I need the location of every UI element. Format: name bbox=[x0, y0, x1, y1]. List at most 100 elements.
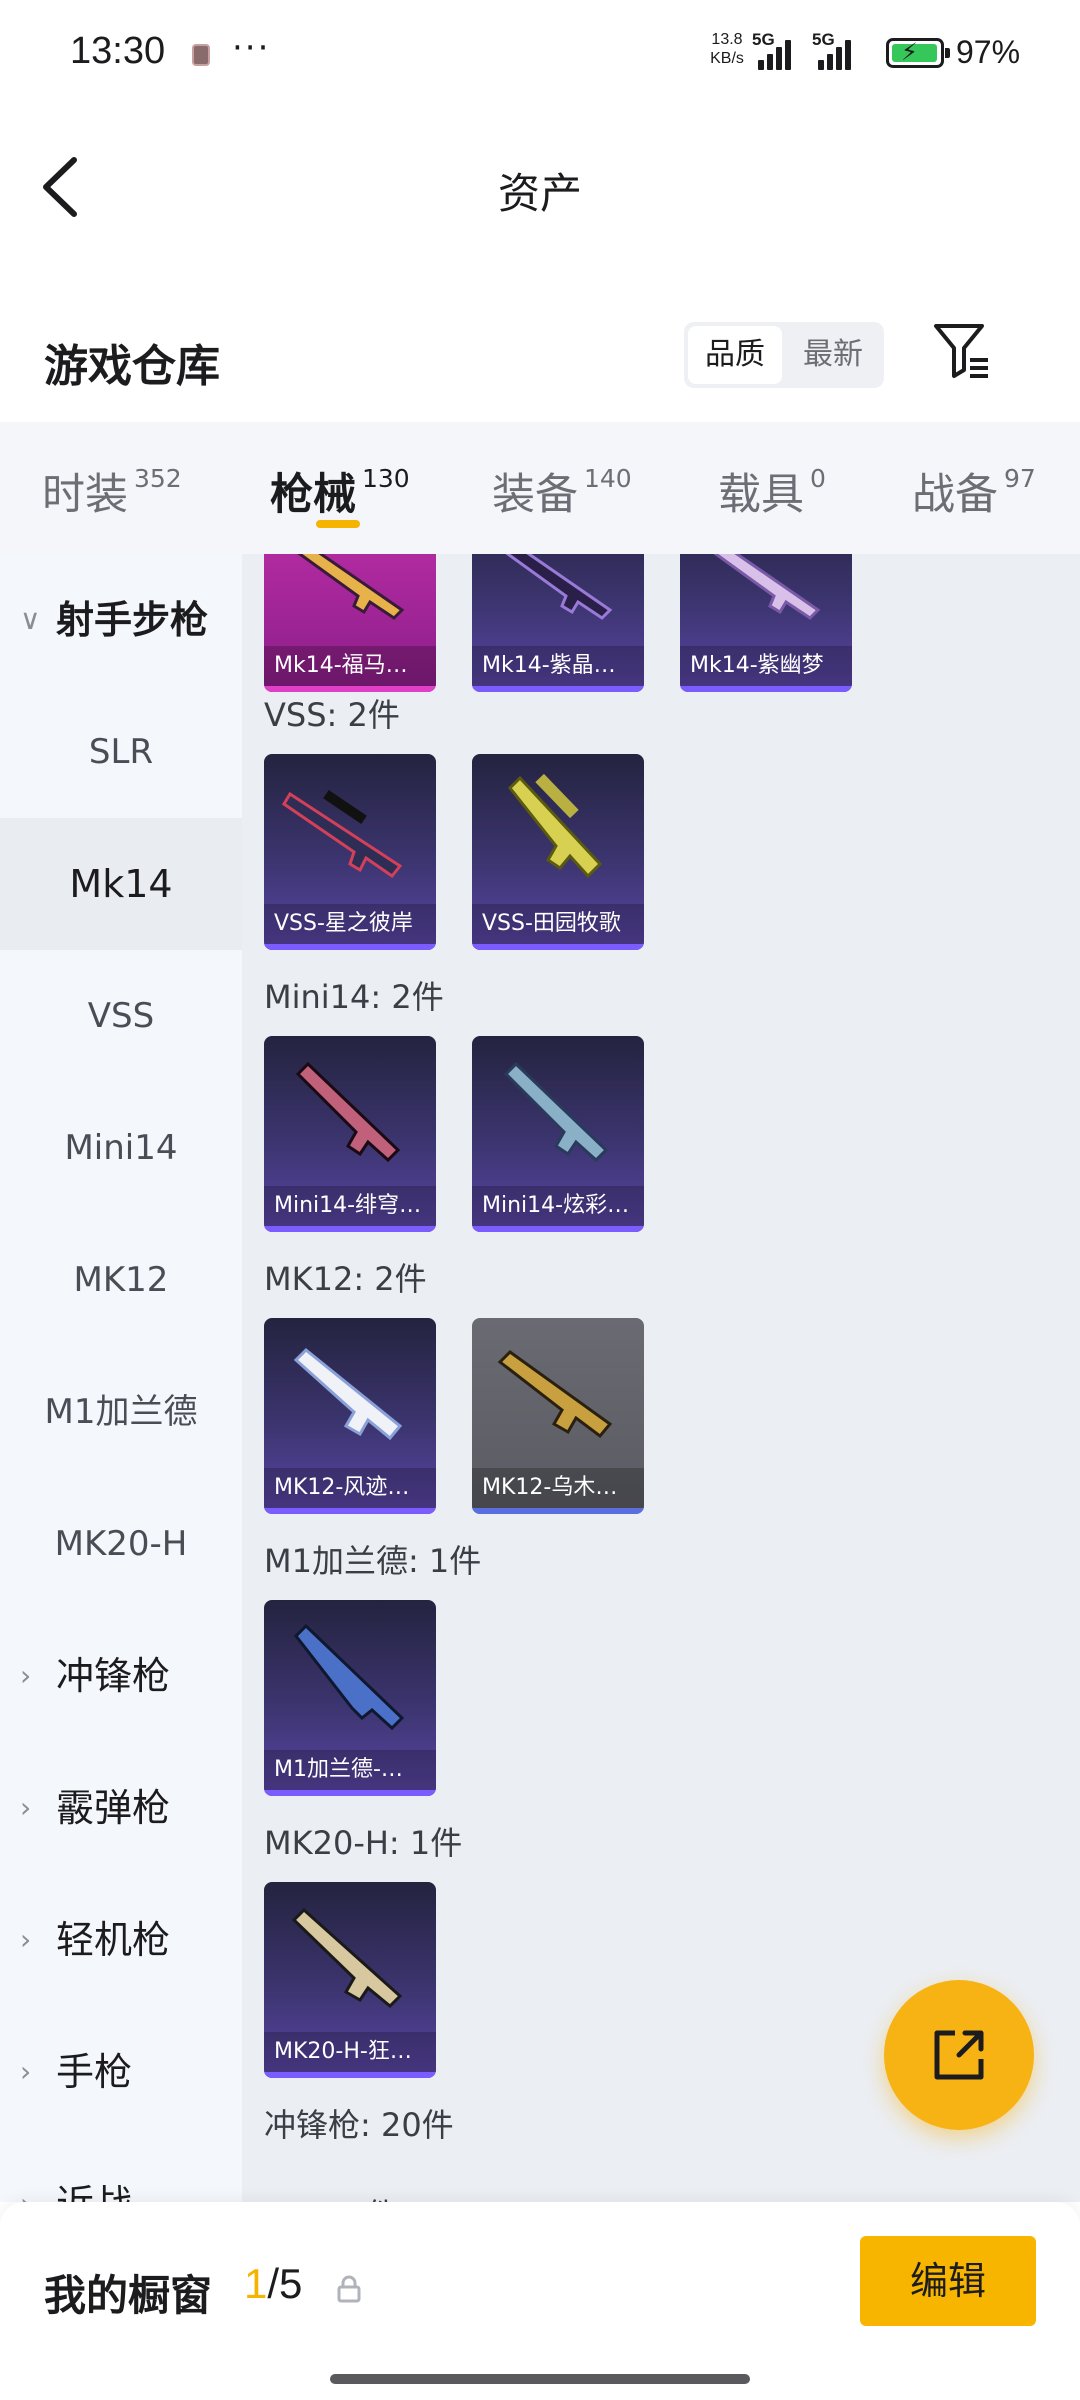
sort-quality-button[interactable]: 品质 bbox=[688, 326, 782, 384]
rifle-image bbox=[293, 1347, 403, 1441]
sidebar-group-smg[interactable]: › 冲锋枪 bbox=[0, 1610, 242, 1742]
sort-toggle: 品质 最新 bbox=[684, 322, 884, 388]
rifle-image bbox=[282, 789, 403, 879]
chevron-right-icon: › bbox=[20, 2138, 44, 2202]
sidebar-group-shotgun[interactable]: › 霰弹枪 bbox=[0, 1742, 242, 1874]
skin-card[interactable]: VSS-星之彼岸 bbox=[264, 754, 436, 950]
signal-icon bbox=[812, 38, 852, 70]
sidebar-group-marksman-rifle[interactable]: ∨ 射手步枪 bbox=[0, 554, 242, 686]
tab-label: 时装 bbox=[42, 470, 128, 520]
chevron-right-icon: › bbox=[20, 1659, 32, 1692]
skin-name: Mk14-紫晶… bbox=[472, 646, 644, 686]
skin-card[interactable]: MK12-风迹… bbox=[264, 1318, 436, 1514]
skin-name: VSS-田园牧歌 bbox=[472, 904, 644, 944]
skin-grid: Mk14-福马… Mk14-紫晶… Mk14-紫幽梦 VSS: 2件 VSS-星… bbox=[242, 554, 1080, 2202]
sidebar-item-m1-garand[interactable]: M1加兰德 bbox=[0, 1346, 242, 1478]
section-title-mk12: MK12: 2件 bbox=[264, 1260, 427, 1298]
tab-count: 0 bbox=[810, 464, 826, 493]
skin-card[interactable]: Mk14-紫幽梦 bbox=[680, 554, 852, 692]
sort-newest-button[interactable]: 最新 bbox=[786, 326, 880, 384]
section-title-m1-garand: M1加兰德: 1件 bbox=[264, 1542, 482, 1580]
sidebar-item-slr[interactable]: SLR bbox=[0, 686, 242, 818]
tab-equipment[interactable]: 装备 140 bbox=[492, 460, 632, 522]
skin-card[interactable]: Mini14-炫彩… bbox=[472, 1036, 644, 1232]
lock-icon bbox=[337, 2275, 361, 2303]
rifle-image bbox=[297, 554, 405, 620]
skin-card[interactable]: M1加兰德-… bbox=[264, 1600, 436, 1796]
sidebar-item-mk14[interactable]: Mk14 bbox=[0, 818, 242, 950]
skin-name: MK12-风迹… bbox=[264, 1468, 436, 1508]
network-speed-unit: KB/s bbox=[710, 50, 744, 67]
chevron-down-icon: ∨ bbox=[20, 603, 41, 636]
skin-card[interactable]: Mk14-紫晶… bbox=[472, 554, 644, 692]
tab-count: 352 bbox=[134, 464, 182, 493]
rifle-image bbox=[505, 554, 613, 620]
warehouse-title: 游戏仓库 bbox=[44, 341, 220, 392]
skin-name: MK20-H-狂… bbox=[264, 2032, 436, 2072]
signal-icon bbox=[752, 38, 792, 70]
skin-card[interactable]: MK12-乌木… bbox=[472, 1318, 644, 1514]
rifle-image bbox=[713, 554, 821, 620]
skin-name: M1加兰德-… bbox=[264, 1750, 436, 1790]
sidebar-item-vss[interactable]: VSS bbox=[0, 950, 242, 1082]
filter-icon[interactable] bbox=[932, 320, 992, 384]
tab-guns[interactable]: 枪械 130 bbox=[270, 460, 410, 522]
status-bar: 13:30 ··· 13.8 KB/s 5G 5G ⚡ 97% bbox=[0, 0, 1080, 105]
category-tabs: 时装 352 枪械 130 装备 140 载具 0 战备 97 bbox=[0, 422, 1080, 554]
active-tab-indicator bbox=[316, 520, 360, 528]
skin-name: VSS-星之彼岸 bbox=[264, 904, 436, 944]
sidebar-group-label: 手枪 bbox=[56, 2050, 133, 2094]
network-speed: 13.8 KB/s bbox=[704, 30, 750, 68]
sidebar-group-lmg[interactable]: › 轻机枪 bbox=[0, 1874, 242, 2006]
showcase-bar: 我的橱窗 1/5 编辑 bbox=[0, 2202, 1080, 2400]
rifle-image bbox=[294, 1623, 405, 1731]
sidebar-group-label: 霰弹枪 bbox=[56, 1786, 171, 1830]
more-notifications-icon: ··· bbox=[232, 28, 271, 68]
tab-fashion[interactable]: 时装 352 bbox=[42, 460, 182, 522]
showcase-label: 我的橱窗 bbox=[44, 2271, 213, 2320]
tab-label: 载具 bbox=[718, 470, 804, 520]
skin-name: Mk14-紫幽梦 bbox=[680, 646, 852, 686]
sidebar-group-label: 近战 bbox=[56, 2138, 132, 2202]
skin-card[interactable]: VSS-田园牧歌 bbox=[472, 754, 644, 950]
sidebar-item-mini14[interactable]: Mini14 bbox=[0, 1082, 242, 1214]
sidebar-item-mk12[interactable]: MK12 bbox=[0, 1214, 242, 1346]
battery-icon: ⚡ bbox=[886, 38, 950, 68]
sidebar-group-pistol[interactable]: › 手枪 bbox=[0, 2006, 242, 2138]
status-time: 13:30 bbox=[70, 30, 166, 72]
tab-count: 97 bbox=[1004, 464, 1036, 493]
page-title: 资产 bbox=[497, 169, 582, 218]
section-title-mk20-h: MK20-H: 1件 bbox=[264, 1824, 463, 1862]
rifle-image bbox=[291, 1907, 403, 2009]
skin-card[interactable]: Mini14-绯穹… bbox=[264, 1036, 436, 1232]
chevron-right-icon: › bbox=[20, 1923, 32, 1956]
skin-name: Mini14-炫彩… bbox=[472, 1186, 644, 1226]
share-icon bbox=[934, 2030, 984, 2080]
battery-percent: 97% bbox=[956, 34, 1021, 70]
share-button[interactable] bbox=[884, 1980, 1034, 2130]
sidebar-group-melee[interactable]: › 近战 bbox=[0, 2138, 242, 2202]
sidebar-item-mk20-h[interactable]: MK20-H bbox=[0, 1478, 242, 1610]
showcase-count: 1/5 bbox=[244, 2260, 302, 2308]
edit-button[interactable]: 编辑 bbox=[860, 2236, 1036, 2326]
rifle-image bbox=[295, 1061, 401, 1163]
skin-name: Mini14-绯穹… bbox=[264, 1186, 436, 1226]
home-indicator[interactable] bbox=[330, 2374, 750, 2384]
tab-label: 战备 bbox=[912, 470, 998, 520]
showcase-count-current: 1 bbox=[244, 2260, 268, 2307]
sidebar-group-label: 射手步枪 bbox=[56, 598, 209, 642]
tab-supplies[interactable]: 战备 97 bbox=[912, 460, 1036, 522]
section-title-mini14: Mini14: 2件 bbox=[264, 978, 444, 1016]
tab-count: 130 bbox=[362, 464, 410, 493]
skin-card[interactable]: MK20-H-狂… bbox=[264, 1882, 436, 2078]
tab-label: 枪械 bbox=[270, 470, 356, 520]
notification-app-icon bbox=[192, 44, 210, 66]
network-speed-value: 13.8 bbox=[711, 31, 743, 48]
rifle-image bbox=[503, 1061, 609, 1163]
tab-label: 装备 bbox=[492, 470, 578, 520]
tab-vehicles[interactable]: 载具 0 bbox=[718, 460, 826, 522]
skin-name: Mk14-福马… bbox=[264, 646, 436, 686]
section-title-smg: 冲锋枪: 20件 bbox=[264, 2106, 454, 2144]
skin-card[interactable]: Mk14-福马… bbox=[264, 554, 436, 692]
tab-count: 140 bbox=[584, 464, 632, 493]
